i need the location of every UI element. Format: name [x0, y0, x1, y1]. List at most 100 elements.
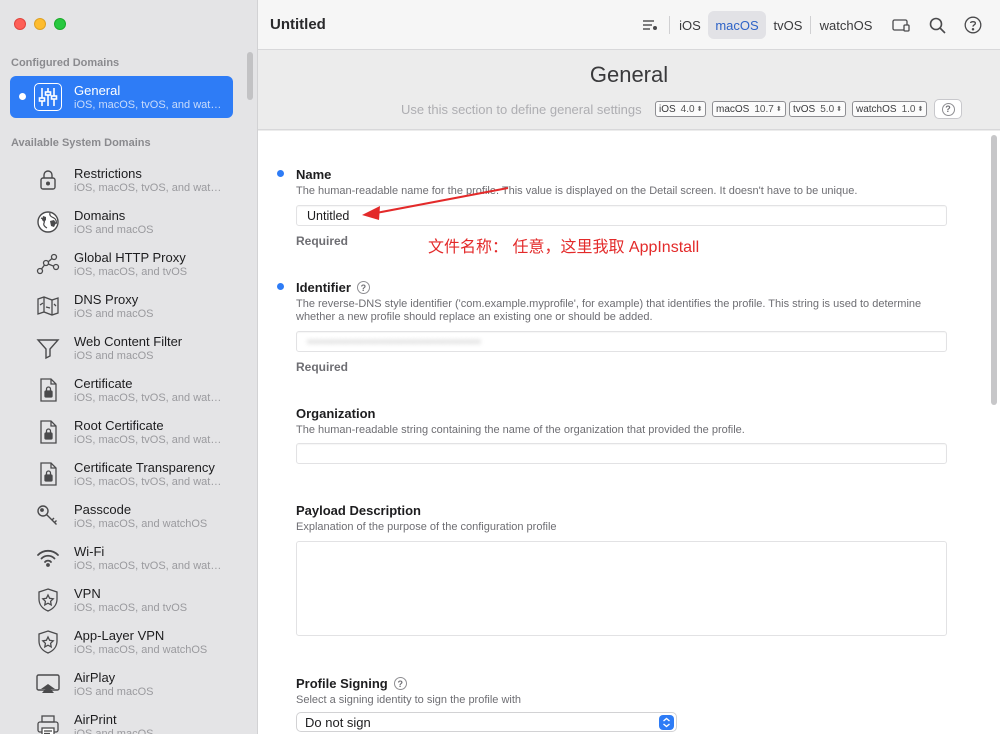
version-badge-tvos[interactable]: tvOS 5.0 ⬍	[789, 101, 847, 117]
sidebar-item-platforms: iOS and macOS	[74, 686, 154, 698]
available-domains-heading: Available System Domains	[11, 137, 151, 149]
sidebar-item-title: Passcode	[74, 502, 132, 517]
sidebar-item-general[interactable]: General iOS, macOS, tvOS, and watchOS	[10, 76, 233, 118]
proxy-nodes-icon	[34, 250, 62, 278]
zoom-window-button[interactable]	[54, 18, 66, 30]
profile-signing-help-text: Select a signing identity to sign the pr…	[296, 694, 522, 706]
sidebar-item-platforms: iOS, macOS, and tvOS	[74, 602, 188, 614]
sidebar-item-title: Wi-Fi	[74, 544, 105, 559]
sidebar-item-title: DNS Proxy	[74, 292, 139, 307]
lock-icon	[34, 166, 62, 194]
help-icon[interactable]	[962, 14, 984, 36]
sidebar-item-platforms: iOS, macOS, tvOS, and watchOS	[74, 560, 224, 572]
sidebar-item-root-certificate[interactable]: Root Certificate iOS, macOS, tvOS, and wa…	[10, 411, 233, 453]
profile-signing-help-icon[interactable]: ?	[393, 677, 407, 690]
platform-tvos-button[interactable]: tvOS	[769, 11, 807, 39]
toolbar: Untitled iOS macOS tvOS watchOS	[258, 0, 1000, 50]
stepper-icon: ⬍	[917, 106, 924, 113]
sidebar-item-certificate-transparency[interactable]: Certificate Transparency iOS, macOS, tvOS…	[10, 453, 233, 495]
content-scrollbar[interactable]	[991, 135, 997, 405]
configured-domains-heading: Configured Domains	[11, 57, 120, 69]
key-icon	[34, 502, 62, 530]
sidebar-item-web-content-filter[interactable]: Web Content Filter iOS and macOS	[10, 327, 233, 369]
version-badge-macos[interactable]: macOS 10.7 ⬍	[712, 101, 786, 117]
sidebar-item-platforms: iOS, macOS, tvOS, and watchOS	[74, 476, 224, 488]
identifier-help-text: The reverse-DNS style identifier ('com.e…	[296, 298, 922, 323]
profile-signing-value: Do not sign	[305, 715, 371, 730]
version-badge-watchos[interactable]: watchOS 1.0 ⬍	[852, 101, 928, 117]
sidebar-item-platforms: iOS, macOS, tvOS, and watchOS	[74, 182, 224, 194]
configured-dot	[19, 93, 26, 100]
version-os: iOS	[659, 103, 676, 115]
profile-signing-label: Profile Signing ?	[296, 676, 407, 691]
sidebar-item-title: Certificate	[74, 376, 133, 391]
sidebar-item-airprint[interactable]: AirPrint iOS and macOS	[10, 705, 233, 734]
version-number: 4.0	[680, 103, 695, 115]
version-os: macOS	[716, 103, 750, 115]
funnel-icon	[34, 334, 62, 362]
sidebar-item-title: VPN	[74, 586, 101, 601]
version-number: 10.7	[754, 103, 774, 115]
version-number: 5.0	[820, 103, 835, 115]
sidebar-item-platforms: iOS and macOS	[74, 308, 154, 320]
printer-icon	[34, 712, 62, 734]
device-preview-icon[interactable]	[890, 14, 912, 36]
sidebar-item-title: General	[74, 83, 121, 98]
sidebar-item-title: AirPrint	[74, 712, 117, 727]
minimize-window-button[interactable]	[34, 18, 46, 30]
identifier-field[interactable]: ●●●●●●●●●●●●●●●●●●●●●●●●●●●●●●●●●●●●	[296, 331, 947, 352]
version-os: tvOS	[793, 103, 816, 115]
platform-macos-button[interactable]: macOS	[708, 11, 766, 39]
sidebar-item-platforms: iOS and macOS	[74, 224, 154, 236]
certificate-icon	[34, 418, 62, 446]
section-description: Use this section to define general setti…	[401, 102, 642, 117]
shield-icon	[34, 628, 62, 656]
annotation-text: 文件名称： 任意，这里我取 AppInstall	[428, 239, 700, 256]
certificate-icon	[34, 460, 62, 488]
sidebar-item-certificate[interactable]: Certificate iOS, macOS, tvOS, and watchOS	[10, 369, 233, 411]
version-os: watchOS	[856, 103, 897, 115]
sidebar-item-airplay[interactable]: AirPlay iOS and macOS	[10, 663, 233, 705]
section-help-button[interactable]: ?	[934, 99, 962, 119]
section-title: General	[589, 62, 669, 87]
sidebar-item-platforms: iOS, macOS, tvOS, and watchOS	[74, 392, 224, 404]
document-title: Untitled	[270, 16, 326, 33]
sidebar-item-title: Root Certificate	[74, 418, 164, 433]
sidebar-item-title: AirPlay	[74, 670, 116, 685]
payload-description-textarea[interactable]	[296, 541, 947, 636]
name-field[interactable]: Untitled	[296, 205, 947, 226]
platform-watchos-button[interactable]: watchOS	[815, 11, 877, 39]
stepper-icon: ⬍	[775, 106, 782, 113]
sidebar-item-wi-fi[interactable]: Wi-Fi iOS, macOS, tvOS, and watchOS	[10, 537, 233, 579]
organization-field[interactable]	[296, 443, 947, 464]
sidebar-item-passcode[interactable]: Passcode iOS, macOS, and watchOS	[10, 495, 233, 537]
version-number: 1.0	[901, 103, 916, 115]
identifier-help-icon[interactable]: ?	[356, 281, 370, 294]
sidebar-item-restrictions[interactable]: Restrictions iOS, macOS, tvOS, and watchO…	[10, 159, 233, 201]
globe-icon	[34, 208, 62, 236]
version-badge-ios[interactable]: iOS 4.0 ⬍	[655, 101, 707, 117]
wifi-icon	[34, 544, 62, 572]
organization-label: Organization	[296, 406, 376, 421]
platform-ios-button[interactable]: iOS	[674, 11, 706, 39]
sidebar-item-domains[interactable]: Domains iOS and macOS	[10, 201, 233, 243]
filter-list-icon[interactable]	[639, 14, 661, 36]
airplay-icon	[34, 670, 62, 698]
sidebar-item-platforms: iOS and macOS	[74, 350, 154, 362]
shield-icon	[34, 586, 62, 614]
sidebar-item-platforms: iOS, macOS, and tvOS	[74, 266, 188, 278]
stepper-icon: ⬍	[836, 106, 843, 113]
certificate-icon	[34, 376, 62, 404]
close-window-button[interactable]	[14, 18, 26, 30]
sidebar-item-dns-proxy[interactable]: DNS Proxy iOS and macOS	[10, 285, 233, 327]
identifier-label: Identifier ?	[296, 280, 370, 295]
profile-signing-popup[interactable]: Do not sign	[296, 712, 677, 732]
sidebar-item-global-http-proxy[interactable]: Global HTTP Proxy iOS, macOS, and tvOS	[10, 243, 233, 285]
sidebar-scrollbar[interactable]	[247, 52, 253, 100]
sidebar-item-title: Certificate Transparency	[74, 460, 215, 475]
payload-description-help-text: Explanation of the purpose of the config…	[296, 521, 557, 533]
sidebar-item-app-layer-vpn[interactable]: App-Layer VPN iOS, macOS, and watchOS	[10, 621, 233, 663]
search-icon[interactable]	[926, 14, 948, 36]
sidebar-item-vpn[interactable]: VPN iOS, macOS, and tvOS	[10, 579, 233, 621]
sidebar-item-platforms: iOS, macOS, tvOS, and watchOS	[74, 434, 224, 446]
